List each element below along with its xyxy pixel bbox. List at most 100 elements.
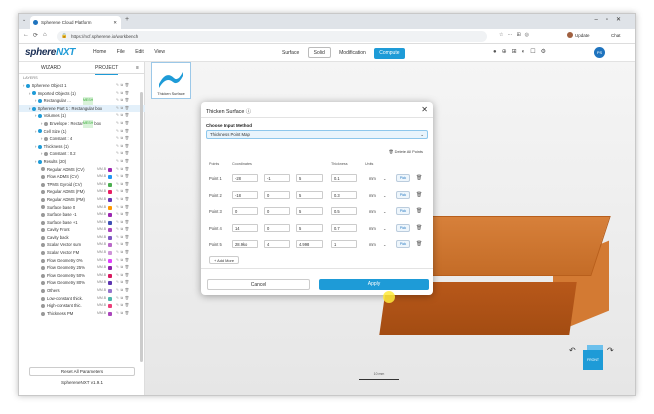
eye-icon[interactable] xyxy=(41,311,45,316)
tree-item[interactable]: Regular ADMS (CV) MM.B ✎⧉🗑 xyxy=(19,166,145,174)
z-coordinate-input[interactable]: 5 xyxy=(296,223,323,232)
row-action-icons[interactable]: ✎⧉🗑 xyxy=(116,112,131,120)
eye-icon[interactable] xyxy=(41,197,45,202)
row-action-icons[interactable]: ✎⧉🗑 xyxy=(116,135,131,143)
delete-point-icon[interactable]: 🗑 xyxy=(416,225,422,231)
eye-icon[interactable] xyxy=(43,121,48,126)
color-swatch[interactable] xyxy=(108,243,112,248)
eye-icon[interactable] xyxy=(31,91,36,96)
eye-icon[interactable] xyxy=(41,273,45,278)
row-action-icons[interactable]: ✎⧉🗑 xyxy=(116,241,131,249)
tree-item[interactable]: › Constant : 0.2 ✎⧉🗑 xyxy=(19,150,145,158)
unit-select[interactable]: mm xyxy=(369,242,376,247)
add-more-button[interactable]: + Add More xyxy=(209,256,240,264)
color-swatch[interactable] xyxy=(108,273,112,278)
mode-solid[interactable]: Solid xyxy=(307,47,331,58)
color-swatch[interactable] xyxy=(108,197,112,202)
eye-icon[interactable] xyxy=(41,266,45,271)
tab-menu-icon[interactable]: ⌄ xyxy=(22,17,26,23)
row-action-icons[interactable]: ✎⧉🗑 xyxy=(116,279,131,287)
view-cube[interactable]: FRONT xyxy=(583,350,603,370)
window-controls[interactable]: –▫✕ xyxy=(595,16,630,23)
unit-select[interactable]: mm xyxy=(369,193,376,198)
eye-icon[interactable] xyxy=(37,99,42,104)
menu-edit[interactable]: Edit xyxy=(135,49,144,55)
eye-icon[interactable] xyxy=(37,129,42,134)
eye-icon[interactable] xyxy=(41,258,45,263)
row-action-icons[interactable]: ✎⧉🗑 xyxy=(116,188,131,196)
row-action-icons[interactable]: ✎⧉🗑 xyxy=(116,166,131,174)
tree-item[interactable]: Others MM.B ✎⧉🗑 xyxy=(19,287,145,295)
row-action-icons[interactable]: ✎⧉🗑 xyxy=(116,249,131,257)
z-coordinate-input[interactable]: 5 xyxy=(296,207,323,215)
x-coordinate-input[interactable]: 28.9ko xyxy=(232,240,258,248)
y-coordinate-input[interactable]: 4 xyxy=(264,240,290,248)
tree-item[interactable]: TPMS Gyroid (CV) MM.B ✎⧉🗑 xyxy=(19,181,145,189)
tree-item[interactable]: Flow Geometry 25% MM.B ✎⧉🗑 xyxy=(19,264,145,272)
mode-compute[interactable]: Compute xyxy=(374,48,405,59)
x-coordinate-input[interactable]: -28 xyxy=(232,174,258,182)
mode-modification[interactable]: Modification xyxy=(334,48,371,59)
home-icon[interactable]: ⌂ xyxy=(43,32,47,38)
tree-item[interactable]: › Volumes (1) ✎⧉🗑 xyxy=(19,112,145,120)
rotate-left-icon[interactable]: ↶ xyxy=(569,346,576,355)
row-action-icons[interactable]: ✎⧉🗑 xyxy=(116,97,131,105)
eye-icon[interactable] xyxy=(41,167,45,172)
row-action-icons[interactable]: ✎⧉🗑 xyxy=(116,226,131,234)
menu-home[interactable]: Home xyxy=(93,49,106,55)
reload-icon[interactable]: ⟳ xyxy=(33,32,38,39)
color-swatch[interactable] xyxy=(108,296,112,301)
thickness-input[interactable]: 0.3 xyxy=(331,190,357,199)
browser-tool-icons[interactable]: ☆⋯⊞◎ xyxy=(499,32,533,38)
tab-project[interactable]: PROJECT xyxy=(95,62,119,75)
tree-item[interactable]: Regular ADMS (FM) MM.B ✎⧉🗑 xyxy=(19,188,145,196)
tree-item[interactable]: › Results (20) ✎⧉🗑 xyxy=(19,158,145,166)
tree-item[interactable]: Flow Geometry 80% MM.B ✎⧉🗑 xyxy=(19,279,145,287)
eye-icon[interactable] xyxy=(41,296,45,301)
row-action-icons[interactable]: ✎⧉🗑 xyxy=(116,234,131,242)
thickness-input[interactable]: 0.5 xyxy=(331,207,357,215)
chat-button[interactable]: Chat xyxy=(611,31,621,40)
browser-tab[interactable]: Spherene Cloud Platform ✕ xyxy=(30,16,121,29)
row-action-icons[interactable]: ✎⧉🗑 xyxy=(116,196,131,204)
eye-icon[interactable] xyxy=(41,212,45,217)
thicken-surface-thumbnail[interactable]: Thicken Surface xyxy=(151,62,191,99)
thickness-input[interactable]: 1 xyxy=(331,240,357,248)
tree-scrollbar[interactable] xyxy=(140,92,143,362)
panel-menu-icon[interactable]: ≡ xyxy=(136,62,139,74)
eye-icon[interactable] xyxy=(31,106,36,111)
color-swatch[interactable] xyxy=(108,205,112,210)
pick-point-button[interactable]: Pick xyxy=(396,240,410,248)
row-action-icons[interactable]: ✎⧉🗑 xyxy=(116,150,131,158)
color-swatch[interactable] xyxy=(108,167,112,172)
color-swatch[interactable] xyxy=(108,311,112,316)
apply-button[interactable]: Apply xyxy=(319,279,429,290)
eye-icon[interactable] xyxy=(41,243,45,248)
new-tab-icon[interactable]: + xyxy=(125,16,129,23)
close-tab-icon[interactable]: ✕ xyxy=(113,16,117,29)
row-action-icons[interactable]: ✎⧉🗑 xyxy=(116,272,131,280)
info-icon[interactable]: ⓘ xyxy=(246,109,251,115)
input-method-select[interactable]: Thickness Point Map ⌄ xyxy=(206,130,428,139)
row-action-icons[interactable]: ✎⧉🗑 xyxy=(116,90,131,98)
eye-icon[interactable] xyxy=(41,228,45,233)
tree-item[interactable]: Surface base 0 MM.B ✎⧉🗑 xyxy=(19,204,145,212)
pick-point-button[interactable]: Pick xyxy=(396,223,410,232)
pick-point-button[interactable]: Pick xyxy=(396,207,410,215)
eye-icon[interactable] xyxy=(43,137,48,142)
eye-icon[interactable] xyxy=(41,190,45,195)
delete-point-icon[interactable]: 🗑 xyxy=(416,208,422,214)
x-coordinate-input[interactable]: -18 xyxy=(232,190,258,199)
delete-all-points-button[interactable]: 🗑 Delete All Points xyxy=(389,149,423,154)
row-action-icons[interactable]: ✎⧉🗑 xyxy=(116,143,131,151)
tree-item[interactable]: Flow Geometry 0% MM.B ✎⧉🗑 xyxy=(19,257,145,265)
tree-item[interactable]: Low-constant thick. MM.B ✎⧉🗑 xyxy=(19,295,145,303)
tree-item[interactable]: Surface base -1 MM.B ✎⧉🗑 xyxy=(19,211,145,219)
tree-item[interactable]: Flow Geometry 50% MM.B ✎⧉🗑 xyxy=(19,272,145,280)
eye-icon[interactable] xyxy=(41,235,45,240)
delete-point-icon[interactable]: 🗑 xyxy=(416,175,422,181)
y-coordinate-input[interactable]: 0 xyxy=(264,223,290,232)
pick-point-button[interactable]: Pick xyxy=(396,174,410,182)
tree-item[interactable]: Thickness PM MM.B ✎⧉🗑 xyxy=(19,310,145,318)
close-dialog-icon[interactable]: ✕ xyxy=(421,105,428,114)
